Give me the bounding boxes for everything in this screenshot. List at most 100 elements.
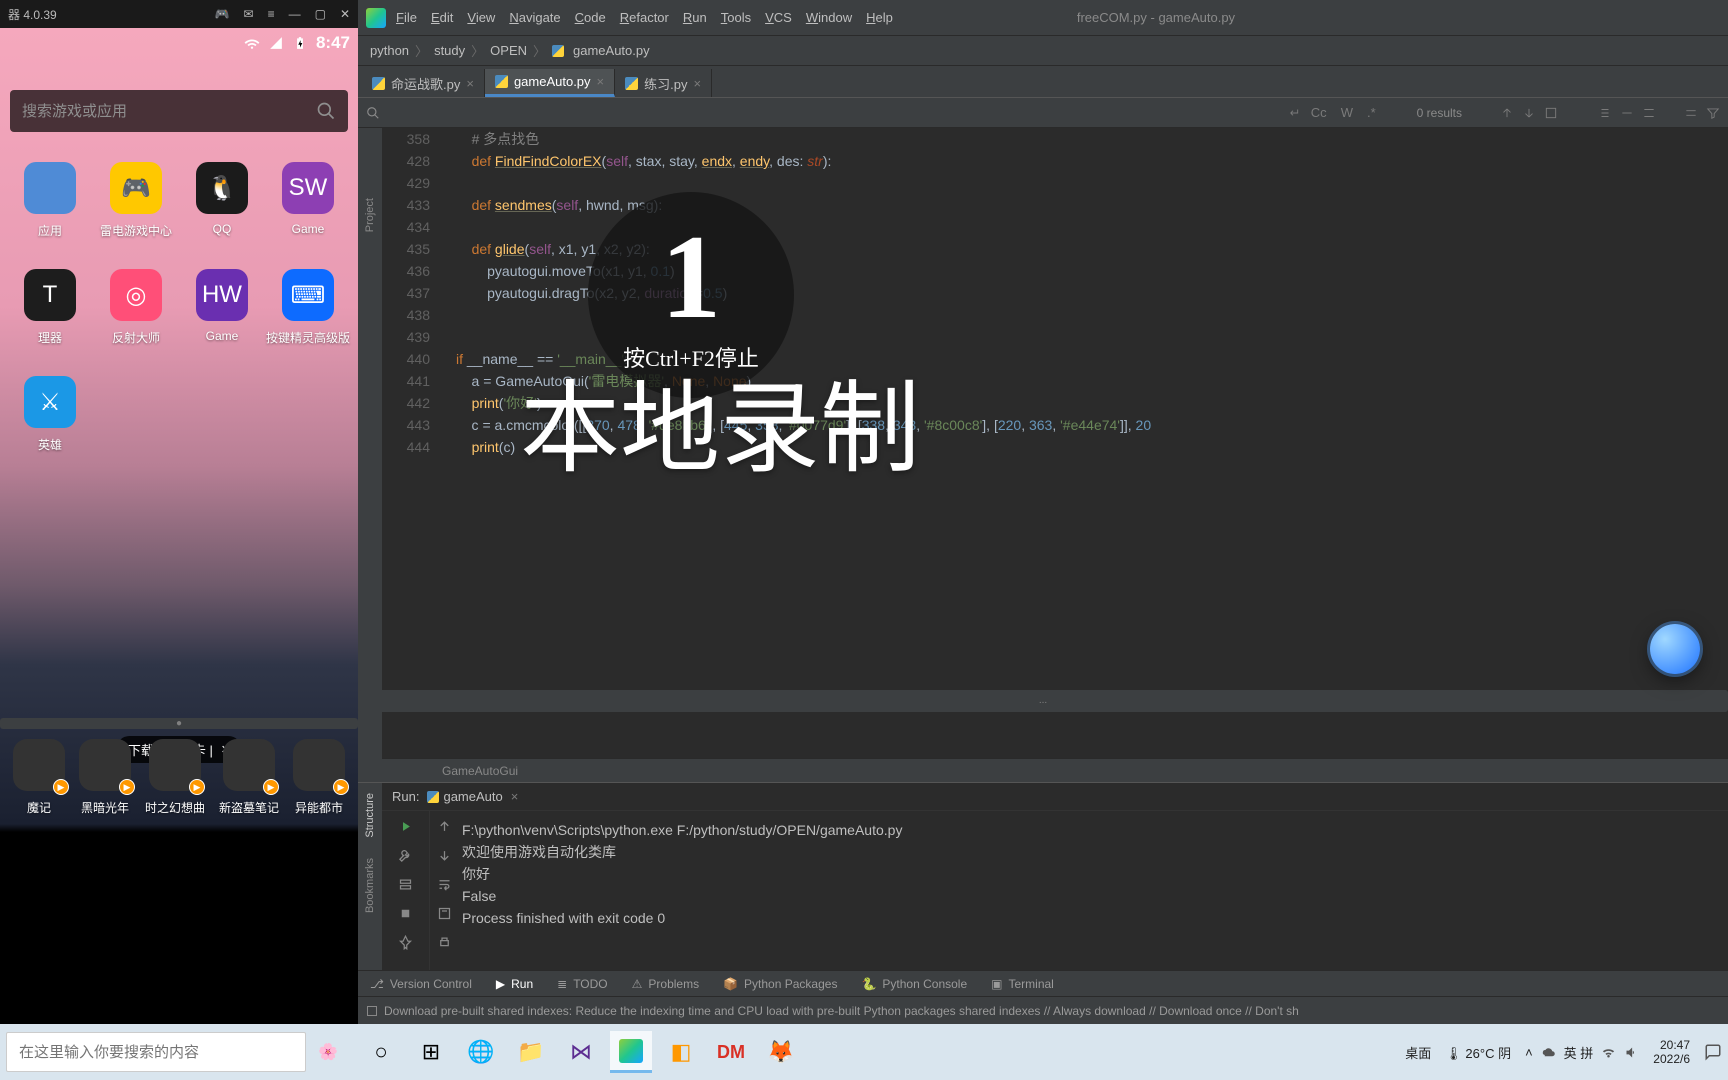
weather-widget[interactable]: 🌡 26°C 阴 xyxy=(1445,1043,1511,1062)
prev-match-icon[interactable] xyxy=(1500,106,1514,120)
menu-run[interactable]: Run xyxy=(683,10,707,25)
menu-refactor[interactable]: Refactor xyxy=(620,10,669,25)
breadcrumb-item[interactable]: gameAuto.py xyxy=(573,43,650,58)
app-英雄[interactable]: ⚔英雄 xyxy=(8,376,92,453)
menu-view[interactable]: View xyxy=(467,10,495,25)
breadcrumb-item[interactable]: study xyxy=(434,43,465,58)
volume-icon[interactable] xyxy=(1624,1045,1639,1060)
phone-screen[interactable]: 8:47 应用🎮雷电游戏中心🐧QQSWGameT理器◎反射大师HWGame⌨按键… xyxy=(0,28,358,824)
close-icon[interactable]: × xyxy=(466,76,474,91)
close-icon[interactable]: × xyxy=(597,74,605,89)
newline-icon[interactable] xyxy=(1286,106,1300,120)
emulator-minimize-icon[interactable]: — xyxy=(289,7,301,21)
menu-navigate[interactable]: Navigate xyxy=(509,10,560,25)
bottom-tab-run[interactable]: ▶Run xyxy=(496,977,533,991)
emulator-mail-icon[interactable]: ✉ xyxy=(244,7,254,21)
filter-icon[interactable] xyxy=(1706,106,1720,120)
wrap-icon[interactable] xyxy=(437,877,452,892)
print-icon[interactable] xyxy=(437,935,452,950)
ide-titlebar[interactable]: File Edit View Navigate Code Refactor Run Tools… xyxy=(358,0,1728,36)
emulator-maximize-icon[interactable]: ▢ xyxy=(315,7,326,21)
phone-search[interactable] xyxy=(10,90,348,132)
emulator-gamepad-icon[interactable]: 🎮 xyxy=(215,7,230,21)
floating-avatar[interactable] xyxy=(1650,624,1700,674)
dock-app-时之幻想曲[interactable]: ▶时之幻想曲 xyxy=(145,739,205,816)
notifications-icon[interactable] xyxy=(1704,1043,1722,1061)
match-case-button[interactable]: Cc xyxy=(1308,105,1330,120)
window-icon[interactable] xyxy=(366,1005,378,1017)
pycharm-taskbar-icon[interactable] xyxy=(610,1031,652,1073)
cortana-button[interactable]: ○ xyxy=(360,1031,402,1073)
menu-tools[interactable]: Tools xyxy=(721,10,751,25)
scroll-icon[interactable] xyxy=(437,906,452,921)
taskbar-search[interactable] xyxy=(6,1032,306,1072)
select-all-occ-icon[interactable] xyxy=(1642,106,1656,120)
tab-gameAuto.py[interactable]: gameAuto.py× xyxy=(485,69,615,97)
taskbar-clock[interactable]: 20:47 2022/6 xyxy=(1653,1038,1690,1066)
app-icon[interactable]: ◧ xyxy=(660,1031,702,1073)
down-icon[interactable] xyxy=(437,848,452,863)
bottom-tab-terminal[interactable]: ▣Terminal xyxy=(991,977,1054,991)
menu-edit[interactable]: Edit xyxy=(431,10,453,25)
taskbar-search-input[interactable] xyxy=(19,1044,293,1061)
app-雷电游戏中心[interactable]: 🎮雷电游戏中心 xyxy=(94,162,178,239)
stop-icon[interactable] xyxy=(398,906,413,921)
bottom-tool-tabs[interactable]: ⎇Version Control▶Run≣TODO⚠Problems📦Pytho… xyxy=(358,970,1728,996)
menu-help[interactable]: Help xyxy=(866,10,893,25)
vscode-icon[interactable]: ⋈ xyxy=(560,1031,602,1073)
app-Game[interactable]: HWGame xyxy=(180,269,264,346)
settings-icon[interactable] xyxy=(1684,106,1698,120)
ide-statusbar[interactable]: Download pre-built shared indexes: Reduc… xyxy=(358,996,1728,1024)
structure-tab[interactable]: Structure xyxy=(364,783,376,848)
bottom-tab-problems[interactable]: ⚠Problems xyxy=(632,977,699,991)
left-toolwindow-bar[interactable]: Project xyxy=(358,128,382,782)
breadcrumb-item[interactable]: python xyxy=(370,43,409,58)
explorer-icon[interactable]: 📁 xyxy=(510,1031,552,1073)
dock-app-魔记[interactable]: ▶魔记 xyxy=(13,739,65,816)
app-应用[interactable]: 应用 xyxy=(8,162,92,239)
app-理器[interactable]: T理器 xyxy=(8,269,92,346)
add-selection-icon[interactable] xyxy=(1598,106,1612,120)
desktop-label[interactable]: 桌面 xyxy=(1405,1043,1431,1062)
app-按键精灵高级版[interactable]: ⌨按键精灵高级版 xyxy=(266,269,350,346)
search-icon[interactable] xyxy=(366,106,380,120)
dm-icon[interactable]: DM xyxy=(710,1031,752,1073)
bottom-tab-todo[interactable]: ≣TODO xyxy=(557,977,608,991)
next-match-icon[interactable] xyxy=(1522,106,1536,120)
bottom-tab-python-console[interactable]: 🐍Python Console xyxy=(861,977,967,991)
tab-命运战歌.py[interactable]: 命运战歌.py× xyxy=(362,69,485,97)
dock-app-异能都市[interactable]: ▶异能都市 xyxy=(293,739,345,816)
system-tray[interactable]: ˄ 英 拼 xyxy=(1525,1043,1639,1062)
search-icon[interactable] xyxy=(316,101,336,121)
bookmarks-tab[interactable]: Bookmarks xyxy=(364,848,376,923)
emulator-close-icon[interactable]: ✕ xyxy=(340,7,350,21)
rerun-icon[interactable] xyxy=(398,819,413,834)
dock-app-新盗墓笔记[interactable]: ▶新盗墓笔记 xyxy=(219,739,279,816)
tab-练习.py[interactable]: 练习.py× xyxy=(615,69,712,97)
menu-file[interactable]: File xyxy=(396,10,417,25)
words-button[interactable]: W xyxy=(1338,105,1356,120)
fold-gutter[interactable] xyxy=(438,128,456,758)
close-icon[interactable]: × xyxy=(693,76,701,91)
app-QQ[interactable]: 🐧QQ xyxy=(180,162,264,239)
wrench-icon[interactable] xyxy=(398,848,413,863)
emulator-titlebar[interactable]: 器 4.0.39 🎮 ✉ ≡ — ▢ ✕ xyxy=(0,0,358,28)
bottom-tab-python-packages[interactable]: 📦Python Packages xyxy=(723,977,837,991)
breadcrumb-item[interactable]: OPEN xyxy=(490,43,527,58)
console-output[interactable]: F:\python\venv\Scripts\python.exe F:/pyt… xyxy=(458,811,1728,970)
app-Game[interactable]: SWGame xyxy=(266,162,350,239)
onedrive-icon[interactable] xyxy=(1541,1045,1556,1060)
app-反射大师[interactable]: ◎反射大师 xyxy=(94,269,178,346)
phone-search-input[interactable] xyxy=(22,103,316,120)
find-bar[interactable]: Cc W .* 0 results xyxy=(358,98,1728,128)
run-header[interactable]: Run: gameAuto × xyxy=(382,783,1728,811)
close-icon[interactable]: × xyxy=(511,789,519,804)
run-toolbar-left[interactable] xyxy=(382,811,430,970)
regex-button[interactable]: .* xyxy=(1364,105,1379,120)
tray-chevron-icon[interactable]: ˄ xyxy=(1525,1045,1533,1060)
layout-icon[interactable] xyxy=(398,877,413,892)
windows-taskbar[interactable]: 🌸 ○ ⊞ 🌐 📁 ⋈ ◧ DM 🦊 桌面 🌡 26°C 阴 ˄ 英 拼 20:… xyxy=(0,1024,1728,1080)
menu-code[interactable]: Code xyxy=(575,10,606,25)
run-toolbar-right[interactable] xyxy=(430,811,458,970)
editor-crumb[interactable]: GameAutoGui xyxy=(382,758,1728,782)
